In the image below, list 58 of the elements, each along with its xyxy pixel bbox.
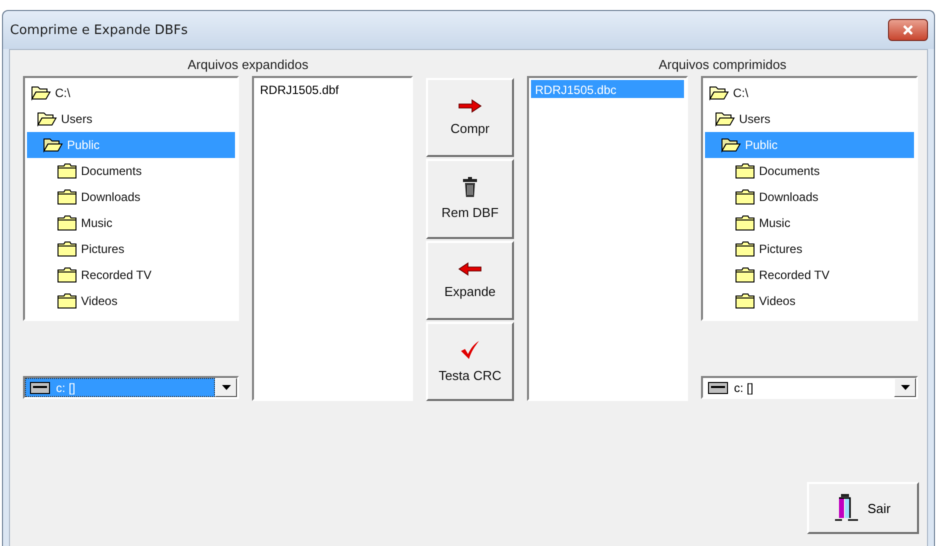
- file-list[interactable]: RDRJ1505.dbf: [252, 76, 413, 401]
- folder-icon: [735, 215, 755, 231]
- drive-icon: [708, 382, 728, 394]
- dropdown-arrow-icon: [222, 385, 230, 390]
- folder-item[interactable]: Documents: [27, 158, 235, 184]
- folder-item[interactable]: Pictures: [27, 236, 235, 262]
- check-icon: [460, 340, 480, 360]
- folder-item[interactable]: Downloads: [705, 184, 914, 210]
- folder-item[interactable]: Videos: [705, 288, 914, 314]
- folder-icon: [57, 163, 77, 179]
- folder-icon: [57, 293, 77, 309]
- open-folder-icon: [37, 111, 57, 127]
- drive-icon: [30, 382, 50, 394]
- folder-item[interactable]: Downloads: [27, 184, 235, 210]
- folder-item[interactable]: Recorded TV: [27, 262, 235, 288]
- folder-item[interactable]: Music: [27, 210, 235, 236]
- right-arrow-icon: [458, 99, 482, 114]
- action-button[interactable]: Testa CRC: [426, 322, 514, 401]
- drive-dropdown[interactable]: c: []: [701, 376, 918, 399]
- folder-tree[interactable]: C:\ Users Public Documents Downloads Music Pictures Recorded TV Videos: [23, 76, 239, 321]
- window-title: Comprime e Expande DBFs: [10, 22, 189, 38]
- folder-icon: [735, 163, 755, 179]
- folder-item[interactable]: Videos: [27, 288, 235, 314]
- folder-icon: [735, 293, 755, 309]
- folder-icon: [57, 241, 77, 257]
- section-heading: Arquivos comprimidos: [658, 56, 788, 74]
- close-button[interactable]: [888, 19, 928, 41]
- folder-item[interactable]: Users: [27, 106, 235, 132]
- open-folder-icon: [715, 111, 735, 127]
- folder-icon: [57, 215, 77, 231]
- folder-item[interactable]: C:\: [705, 80, 914, 106]
- open-folder-icon: [709, 85, 729, 101]
- section-heading: Arquivos expandidos: [186, 56, 310, 74]
- open-folder-icon: [43, 137, 63, 153]
- folder-icon: [57, 267, 77, 283]
- action-button[interactable]: Compr: [426, 78, 514, 158]
- file-item[interactable]: RDRJ1505.dbf: [256, 80, 409, 98]
- folder-tree[interactable]: C:\ Users Public Documents Downloads Music Pictures Recorded TV Videos: [701, 76, 918, 321]
- dropdown-arrow-icon: [900, 385, 910, 390]
- open-folder-icon: [31, 85, 51, 101]
- trash-icon: [463, 177, 477, 198]
- folder-item[interactable]: Recorded TV: [705, 262, 914, 288]
- folder-item[interactable]: C:\: [27, 80, 235, 106]
- folder-item[interactable]: Pictures: [705, 236, 914, 262]
- folder-icon: [735, 241, 755, 257]
- folder-icon: [57, 189, 77, 205]
- folder-icon: [735, 189, 755, 205]
- folder-item[interactable]: Documents: [705, 158, 914, 184]
- close-icon: [903, 25, 913, 35]
- action-button[interactable]: Rem DBF: [426, 159, 514, 238]
- folder-icon: [735, 267, 755, 283]
- action-button[interactable]: Expande: [426, 240, 514, 320]
- folder-item[interactable]: Users: [705, 106, 914, 132]
- exit-door-icon: [835, 494, 860, 522]
- exit-button[interactable]: Sair: [807, 482, 919, 534]
- left-arrow-icon: [458, 262, 482, 276]
- open-folder-icon: [721, 137, 741, 153]
- folder-item[interactable]: Music: [705, 210, 914, 236]
